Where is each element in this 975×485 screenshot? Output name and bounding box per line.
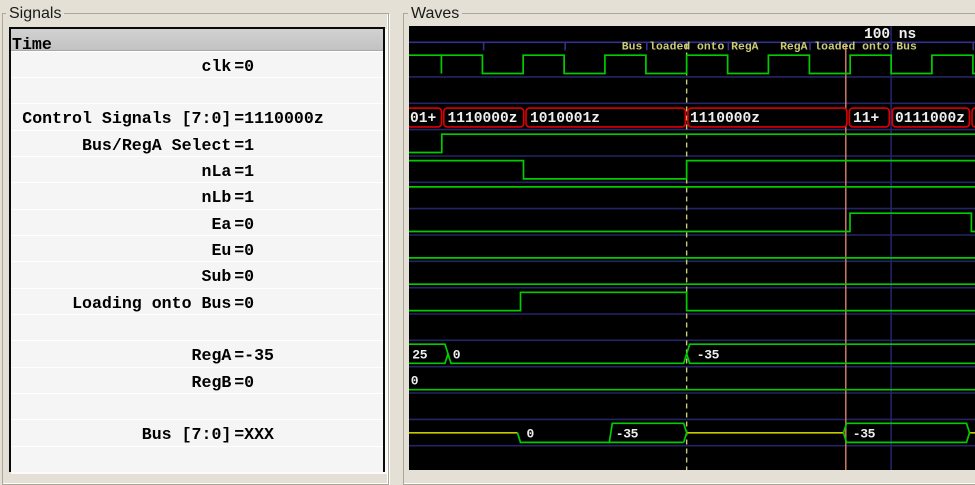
svg-text:01+: 01+ (410, 111, 437, 127)
svg-text:11+: 11+ (853, 111, 880, 127)
svg-text:1110000z: 1110000z (447, 111, 517, 127)
svg-text:0: 0 (452, 347, 460, 362)
svg-text:25: 25 (412, 347, 427, 362)
svg-text:-35: -35 (852, 426, 875, 441)
svg-text:-35: -35 (615, 426, 638, 441)
svg-text:RegA loaded onto Bus: RegA loaded onto Bus (780, 41, 917, 53)
svg-text:0: 0 (410, 374, 418, 389)
svg-text:-35: -35 (696, 347, 719, 362)
svg-text:Bus loaded onto RegA: Bus loaded onto RegA (621, 41, 758, 53)
svg-text:0111000z: 0111000z (895, 111, 965, 127)
svg-text:1110000z: 1110000z (690, 111, 760, 127)
svg-text:0: 0 (526, 426, 534, 441)
svg-text:1010001z: 1010001z (530, 111, 600, 127)
